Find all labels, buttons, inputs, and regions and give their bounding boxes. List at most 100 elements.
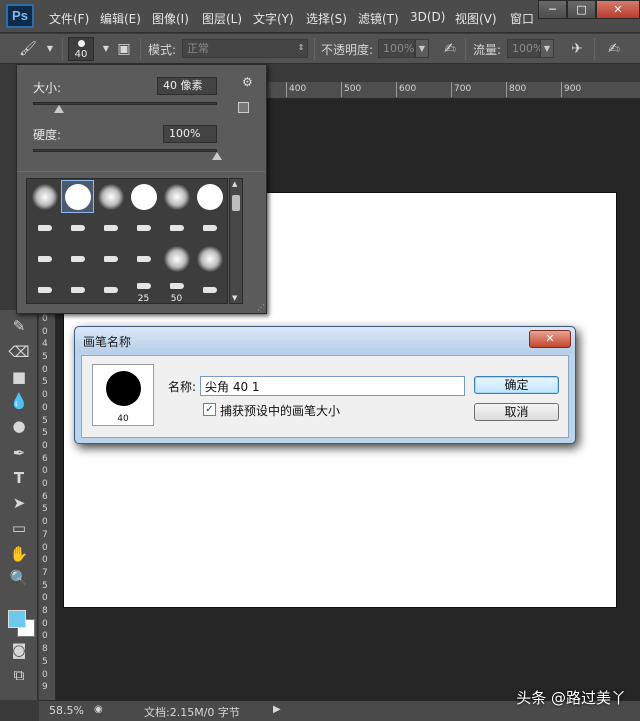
opacity-input[interactable]: 100% [378,39,415,58]
brush-tip-icon [169,224,184,231]
menu-type[interactable]: 文字(Y) [253,10,294,27]
cancel-button[interactable]: 取消 [474,403,559,421]
brush-preset-tip[interactable] [29,243,60,274]
brush-name-input[interactable] [200,376,465,396]
maximize-button[interactable]: □ [567,0,596,19]
history-brush-icon[interactable]: ✎ [8,316,30,336]
ok-button[interactable]: 确定 [474,376,559,394]
preset-scrollbar[interactable]: ▲ ▼ [229,178,243,304]
hardness-slider-track[interactable] [33,149,217,152]
pressure-opacity-icon[interactable]: ✍ [440,40,460,58]
brush-picker-dropdown-icon[interactable]: ▼ [96,40,116,58]
scroll-down-icon[interactable]: ▼ [232,294,237,302]
brush-preset-soft[interactable] [161,243,192,274]
ruler-tick: 0 [42,517,48,528]
minimize-button[interactable]: ─ [538,0,567,19]
brush-preset-size: 25 [137,294,150,304]
brush-preset-size: 50 [170,294,183,304]
scrollbar-thumb[interactable] [232,195,240,211]
pressure-size-icon[interactable]: ✍ [604,40,624,58]
brush-preset-soft[interactable] [95,181,126,212]
menu-layer[interactable]: 图层(L) [202,10,242,27]
brush-preset-tip[interactable] [95,274,126,303]
brush-preset-hard[interactable] [128,181,159,212]
new-preset-icon[interactable] [238,102,249,113]
brush-preset-tip[interactable] [29,212,60,243]
tool-preset-dropdown-icon[interactable]: ▼ [40,40,60,58]
ruler-tick: 5 [42,428,48,439]
brush-preset-tip[interactable] [128,243,159,274]
screen-mode-icon[interactable]: ⧉ [8,665,30,685]
status-info-icon[interactable]: ◉ [94,704,103,715]
path-selection-icon[interactable]: ➤ [8,493,30,513]
separator [314,38,315,60]
brush-preset-hard[interactable] [194,181,225,212]
opacity-dropdown-icon[interactable]: ▼ [415,39,429,58]
brush-preset-tip[interactable] [194,274,225,303]
hardness-slider-thumb[interactable] [212,152,222,160]
foreground-color-swatch[interactable] [8,610,26,628]
brush-preset-tip[interactable] [62,274,93,303]
size-slider-thumb[interactable] [53,105,64,113]
resize-grip-icon[interactable]: ⋰ [257,303,265,312]
brush-preset-tip[interactable] [62,212,93,243]
gradient-icon[interactable]: ■ [8,367,30,387]
brush-preset-tip[interactable] [194,212,225,243]
brush-tool-icon[interactable]: 🖌 [18,40,38,58]
brush-tip-icon [103,286,118,293]
mode-select[interactable]: 正常 [182,39,308,58]
flow-input[interactable]: 100% [507,39,543,58]
hand-icon[interactable]: ✋ [8,544,30,564]
brush-preset-tip[interactable]: 50 [161,274,192,304]
menu-file[interactable]: 文件(F) [49,10,89,27]
brush-preset-tip[interactable] [95,212,126,243]
menu-image[interactable]: 图像(I) [152,10,189,27]
ruler-tick: 900 [560,82,582,97]
brush-preset-soft[interactable] [29,181,60,212]
brush-preset-soft[interactable] [161,181,192,212]
ruler-tick: 0 [42,326,48,337]
hardness-input[interactable]: 100% [163,125,217,143]
brush-panel-toggle-icon[interactable]: ▣ [114,40,134,58]
airbrush-icon[interactable]: ✈ [567,40,587,58]
eraser-icon[interactable]: ⌫ [8,342,30,362]
zoom-level[interactable]: 58.5% [49,704,84,717]
hard-round-brush-icon [130,183,157,210]
brush-preset-tip[interactable] [161,212,192,243]
brush-preset-tip[interactable] [29,274,60,303]
dialog-close-button[interactable]: ✕ [529,330,571,348]
separator [140,38,141,60]
menu-view[interactable]: 视图(V) [455,10,497,27]
menu-3d[interactable]: 3D(D) [410,10,445,24]
brush-preset-tip[interactable] [95,243,126,274]
brush-preset-tip[interactable] [128,212,159,243]
blur-icon[interactable]: 💧 [8,391,30,411]
brush-preset-hard[interactable] [61,180,94,213]
menu-window[interactable]: 窗口 [510,10,534,27]
brush-preset-tip[interactable] [62,243,93,274]
flow-dropdown-icon[interactable]: ▼ [540,39,554,58]
brush-preset-soft[interactable] [194,243,225,274]
pen-icon[interactable]: ✒ [8,443,30,463]
status-menu-arrow-icon[interactable]: ▶ [273,704,281,715]
type-tool-icon[interactable]: T [8,468,30,488]
scroll-up-icon[interactable]: ▲ [232,180,237,188]
menu-filter[interactable]: 滤镜(T) [358,10,399,27]
dialog-titlebar[interactable]: 画笔名称 ✕ [75,327,575,353]
close-window-button[interactable]: ✕ [596,0,640,19]
gear-icon[interactable]: ⚙ [242,75,253,89]
divider [17,171,266,172]
dodge-icon[interactable]: ● [8,416,30,436]
window-controls: ─ □ ✕ [538,0,640,20]
zoom-icon[interactable]: 🔍 [8,568,30,588]
capture-size-checkbox[interactable]: ✓ [203,403,216,416]
size-input[interactable]: 40 像素 [157,77,217,95]
quick-mask-icon[interactable]: ◙ [8,640,30,660]
brush-preset-grid: 25 50 [26,178,228,304]
brush-picker-button[interactable]: 40 [68,37,94,61]
brush-preset-tip[interactable]: 25 [128,274,159,304]
rectangle-icon[interactable]: ▭ [8,518,30,538]
menu-select[interactable]: 选择(S) [306,10,347,27]
menu-edit[interactable]: 编辑(E) [100,10,141,27]
capture-size-label[interactable]: 捕获预设中的画笔大小 [220,402,340,419]
